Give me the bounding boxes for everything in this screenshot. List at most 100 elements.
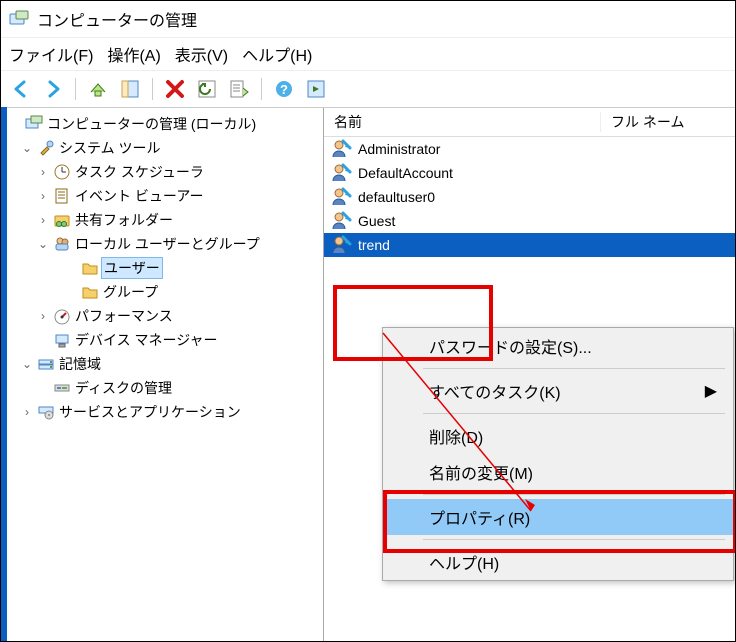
toolbar-separator — [75, 78, 76, 100]
tree-task-scheduler-label: タスク スケジューラ — [73, 162, 204, 182]
event-viewer-icon — [53, 187, 71, 205]
tree-task-scheduler[interactable]: › タスク スケジューラ — [7, 160, 323, 184]
delete-button[interactable] — [161, 75, 189, 103]
forward-button[interactable] — [39, 75, 67, 103]
tree-storage-label: 記憶域 — [57, 354, 101, 374]
tree-device-manager[interactable]: デバイス マネージャー — [7, 328, 323, 352]
toolbar: ? — [1, 71, 735, 108]
system-tools-icon — [37, 139, 55, 157]
titlebar: コンピューターの管理 — [1, 1, 735, 38]
expander-icon[interactable]: › — [35, 165, 51, 179]
expander-icon[interactable]: ⌄ — [19, 357, 35, 371]
tree-shared-folders-label: 共有フォルダー — [73, 210, 173, 230]
tree-users-label: ユーザー — [101, 257, 163, 279]
expander-icon[interactable]: ⌄ — [35, 237, 51, 251]
user-icon — [330, 162, 352, 184]
show-hide-tree-button[interactable] — [116, 75, 144, 103]
storage-icon — [37, 355, 55, 373]
list-header: 名前 フル ネーム — [324, 108, 735, 137]
folder-icon — [81, 259, 99, 277]
toolbar-separator — [261, 78, 262, 100]
menu-view[interactable]: 表示(V) — [175, 42, 228, 66]
ctx-delete-label: 削除(D) — [429, 424, 483, 448]
column-name[interactable]: 名前 — [324, 112, 601, 132]
ctx-rename-label: 名前の変更(M) — [429, 460, 533, 484]
toolbar-separator — [152, 78, 153, 100]
expander-icon[interactable]: ⌄ — [19, 141, 35, 155]
user-row[interactable]: trend — [324, 233, 735, 257]
ctx-delete[interactable]: 削除(D) — [383, 418, 733, 454]
disk-management-icon — [53, 379, 71, 397]
users-groups-icon — [53, 235, 71, 253]
window-title: コンピューターの管理 — [37, 7, 197, 31]
ctx-help[interactable]: ヘルプ(H) — [383, 544, 733, 580]
tree-local-users-groups[interactable]: ⌄ ローカル ユーザーとグループ — [7, 232, 323, 256]
user-name: Guest — [356, 213, 395, 229]
up-button[interactable] — [84, 75, 112, 103]
user-name: defaultuser0 — [356, 189, 435, 205]
tree-system-tools-label: システム ツール — [57, 138, 160, 158]
user-list: Administrator DefaultAccount defaultuser0 G… — [324, 137, 735, 257]
tree-services-apps-label: サービスとアプリケーション — [57, 402, 241, 422]
context-menu: パスワードの設定(S)... すべてのタスク(K)▶ 削除(D) 名前の変更(M… — [382, 327, 734, 581]
user-name: trend — [356, 237, 390, 253]
user-row[interactable]: Guest — [324, 209, 735, 233]
performance-icon — [53, 307, 71, 325]
folder-icon — [81, 283, 99, 301]
tree-users[interactable]: ユーザー — [7, 256, 323, 280]
ctx-properties[interactable]: プロパティ(R) — [383, 499, 733, 535]
tree-services-apps[interactable]: › サービスとアプリケーション — [7, 400, 323, 424]
column-fullname[interactable]: フル ネーム — [601, 112, 694, 132]
tree-pane: コンピューターの管理 (ローカル) ⌄ システム ツール › タスク スケジュー… — [1, 108, 324, 642]
ctx-help-label: ヘルプ(H) — [429, 550, 499, 574]
tree-storage[interactable]: ⌄ 記憶域 — [7, 352, 323, 376]
tree-performance[interactable]: › パフォーマンス — [7, 304, 323, 328]
tree-disk-management-label: ディスクの管理 — [73, 378, 172, 398]
tree-root-label: コンピューターの管理 (ローカル) — [45, 114, 256, 134]
menu-help[interactable]: ヘルプ(H) — [242, 42, 312, 66]
svg-text:?: ? — [280, 82, 288, 97]
user-row[interactable]: Administrator — [324, 137, 735, 161]
refresh-button[interactable] — [193, 75, 221, 103]
user-row[interactable]: DefaultAccount — [324, 161, 735, 185]
ctx-properties-label: プロパティ(R) — [429, 505, 530, 529]
menu-action[interactable]: 操作(A) — [107, 42, 160, 66]
ctx-separator — [423, 413, 725, 414]
help-button[interactable]: ? — [270, 75, 298, 103]
user-icon — [330, 138, 352, 160]
ctx-separator — [423, 494, 725, 495]
show-hide-action-pane-button[interactable] — [302, 75, 330, 103]
back-button[interactable] — [7, 75, 35, 103]
window-computer-management: コンピューターの管理 ファイル(F) 操作(A) 表示(V) ヘルプ(H) — [0, 0, 736, 642]
app-icon — [9, 9, 29, 29]
ctx-separator — [423, 368, 725, 369]
clock-icon — [53, 163, 71, 181]
ctx-separator — [423, 539, 725, 540]
tree-event-viewer[interactable]: › イベント ビューアー — [7, 184, 323, 208]
user-name: Administrator — [356, 141, 440, 157]
tree-shared-folders[interactable]: › 共有フォルダー — [7, 208, 323, 232]
ctx-rename[interactable]: 名前の変更(M) — [383, 454, 733, 490]
expander-icon[interactable]: › — [35, 189, 51, 203]
menu-file[interactable]: ファイル(F) — [9, 42, 93, 66]
ctx-set-password-label: パスワードの設定(S)... — [429, 334, 592, 358]
tree-system-tools[interactable]: ⌄ システム ツール — [7, 136, 323, 160]
expander-icon[interactable]: › — [35, 213, 51, 227]
computer-management-icon — [25, 115, 43, 133]
ctx-set-password[interactable]: パスワードの設定(S)... — [383, 328, 733, 364]
tree-root[interactable]: コンピューターの管理 (ローカル) — [7, 112, 323, 136]
ctx-all-tasks[interactable]: すべてのタスク(K)▶ — [383, 373, 733, 409]
user-icon — [330, 210, 352, 232]
shared-folders-icon — [53, 211, 71, 229]
tree-groups-label: グループ — [101, 282, 158, 302]
expander-icon[interactable]: › — [35, 309, 51, 323]
user-name: DefaultAccount — [356, 165, 453, 181]
user-row[interactable]: defaultuser0 — [324, 185, 735, 209]
tree-disk-management[interactable]: ディスクの管理 — [7, 376, 323, 400]
tree-groups[interactable]: グループ — [7, 280, 323, 304]
tree-performance-label: パフォーマンス — [73, 306, 173, 326]
user-icon — [330, 234, 352, 256]
export-list-button[interactable] — [225, 75, 253, 103]
expander-icon[interactable]: › — [19, 405, 35, 419]
services-apps-icon — [37, 403, 55, 421]
